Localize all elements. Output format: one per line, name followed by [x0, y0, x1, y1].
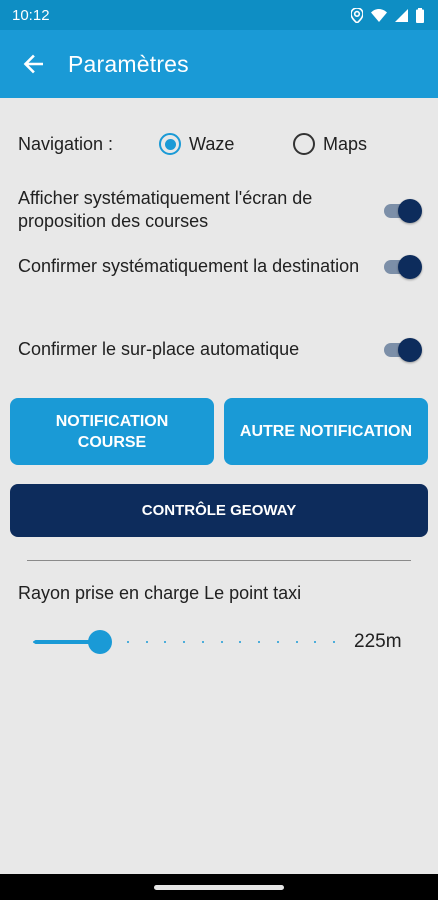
slider-tick: [258, 641, 260, 643]
radius-slider[interactable]: [33, 628, 335, 656]
radius-value: 225m: [354, 631, 402, 652]
signal-icon: [395, 8, 408, 22]
radio-button-maps[interactable]: [293, 133, 315, 155]
setting-show-offers: Afficher systématiquement l'écran de pro…: [18, 187, 422, 233]
toggle-confirm-destination[interactable]: [384, 254, 422, 279]
slider-thumb[interactable]: [88, 630, 112, 654]
setting-label: Confirmer systématiquement la destinatio…: [18, 255, 360, 276]
toggle-confirm-on-site[interactable]: [384, 337, 422, 362]
navigation-row: Navigation : Waze Maps: [18, 130, 418, 158]
battery-icon: [416, 7, 424, 23]
radio-button-waze[interactable]: [159, 133, 181, 155]
back-button[interactable]: [18, 49, 48, 79]
setting-label: Confirmer le sur-place automatique: [18, 338, 300, 359]
slider-tick: [220, 641, 223, 643]
radio-waze[interactable]: Waze: [159, 133, 234, 155]
setting-label: Afficher systématiquement l'écran de pro…: [18, 188, 313, 231]
controle-geoway-button[interactable]: CONTRÔLE GEOWAY: [10, 484, 428, 537]
slider-tick: [183, 641, 185, 643]
navigation-label: Navigation :: [18, 133, 114, 154]
page-title: Paramètres: [68, 50, 189, 77]
status-icons: [351, 7, 424, 23]
setting-confirm-on-site: Confirmer le sur-place automatique: [18, 337, 422, 362]
radio-label-maps: Maps: [323, 133, 368, 154]
radius-label: Rayon prise en charge Le point taxi: [18, 583, 302, 603]
app-bar: Paramètres: [0, 30, 438, 98]
radio-maps[interactable]: Maps: [293, 133, 367, 155]
status-time: 10:12: [12, 6, 50, 24]
slider-tick: [164, 641, 167, 643]
wifi-icon: [371, 8, 387, 22]
slider-tick: [239, 641, 242, 643]
notification-course-button[interactable]: NOTIFICATION COURSE: [10, 398, 214, 465]
system-navigation-bar: [0, 874, 438, 900]
slider-tick: [333, 641, 335, 643]
setting-confirm-destination: Confirmer systématiquement la destinatio…: [18, 254, 422, 279]
home-handle[interactable]: [154, 885, 284, 890]
autre-notification-button[interactable]: AUTRE NOTIFICATION: [224, 398, 428, 465]
slider-tick: [295, 641, 298, 643]
toggle-show-offers[interactable]: [384, 198, 422, 223]
status-bar: 10:12: [0, 0, 438, 30]
slider-tick: [145, 641, 148, 643]
slider-tick: [126, 641, 129, 643]
arrow-left-icon: [23, 54, 43, 74]
location-icon: [351, 7, 363, 23]
radio-label-waze: Waze: [189, 133, 235, 154]
slider-tick: [201, 641, 204, 643]
slider-tick: [314, 641, 317, 643]
divider: [27, 560, 411, 561]
slider-tick: [276, 641, 279, 643]
